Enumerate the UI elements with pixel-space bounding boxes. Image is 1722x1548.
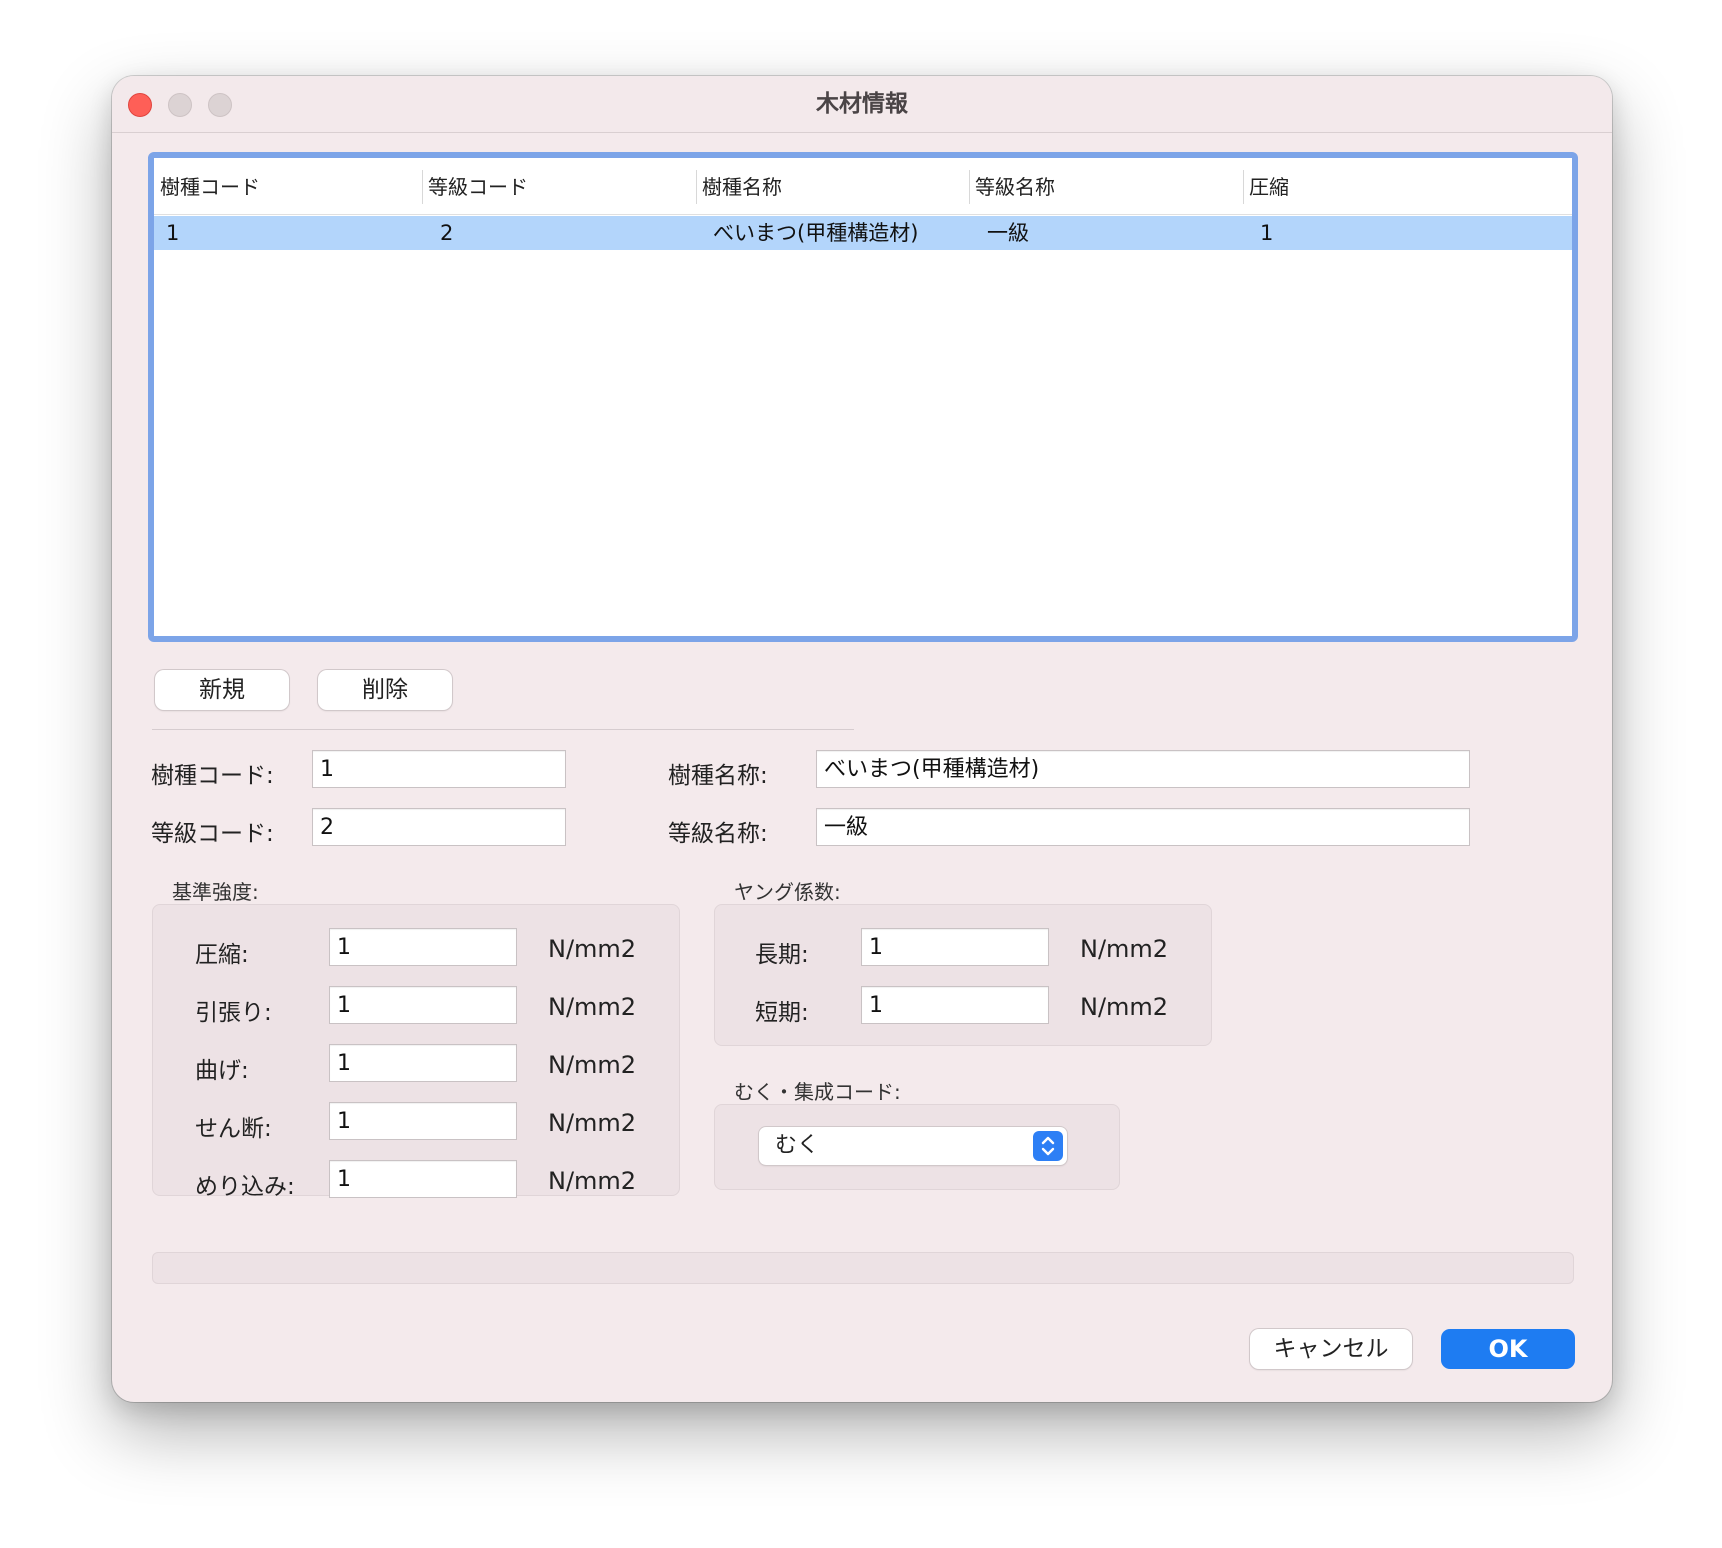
shear-label: せん断:	[195, 1116, 272, 1142]
column-header-compression[interactable]: 圧縮	[1243, 158, 1543, 214]
tension-field[interactable]: 1	[329, 986, 517, 1024]
bending-unit: N/mm2	[548, 1051, 637, 1079]
compression-unit: N/mm2	[548, 935, 637, 963]
solid-glulam-group-label: むく・集成コード:	[734, 1080, 901, 1104]
table-header: 樹種コード 等級コード 樹種名称 等級名称 圧縮	[154, 158, 1572, 215]
separator	[152, 729, 854, 730]
young-modulus-group-label: ヤング係数:	[734, 880, 841, 904]
shear-field[interactable]: 1	[329, 1102, 517, 1140]
column-header-species-code[interactable]: 樹種コード	[154, 158, 422, 214]
strength-group: 圧縮: 1 N/mm2 引張り: 1 N/mm2 曲げ: 1 N/mm2 せん断…	[152, 904, 680, 1200]
new-button[interactable]: 新規	[155, 670, 289, 710]
cell-grade-name: 一級	[987, 221, 1029, 245]
grade-code-field[interactable]: 2	[312, 808, 566, 846]
shear-unit: N/mm2	[548, 1109, 637, 1137]
strength-group-label: 基準強度:	[172, 880, 259, 904]
short-term-unit: N/mm2	[1080, 993, 1169, 1021]
column-header-species-name[interactable]: 樹種名称	[696, 158, 969, 214]
embedment-label: めり込み:	[195, 1174, 295, 1200]
short-term-label: 短期:	[755, 1000, 809, 1026]
tension-label: 引張り:	[195, 1000, 272, 1026]
young-modulus-group: 長期: 1 N/mm2 短期: 1 N/mm2	[714, 904, 1212, 1046]
short-term-field[interactable]: 1	[861, 986, 1049, 1024]
embedment-unit: N/mm2	[548, 1167, 637, 1195]
compression-field[interactable]: 1	[329, 928, 517, 966]
grade-code-label: 等級コード:	[151, 821, 274, 847]
grade-name-label: 等級名称:	[668, 821, 768, 847]
delete-button[interactable]: 削除	[318, 670, 452, 710]
species-code-field[interactable]: 1	[312, 750, 566, 788]
grade-name-field[interactable]: 一級	[816, 808, 1470, 846]
cell-grade-code: 2	[440, 221, 454, 245]
column-header-grade-name[interactable]: 等級名称	[969, 158, 1243, 214]
long-term-unit: N/mm2	[1080, 935, 1169, 963]
window-title: 木材情報	[816, 91, 908, 117]
solid-glulam-selected-value: むく	[775, 1133, 820, 1158]
bending-field[interactable]: 1	[329, 1044, 517, 1082]
wood-table[interactable]: 樹種コード 等級コード 樹種名称 等級名称 圧縮 1 2 べいまつ(甲種構造材)…	[148, 152, 1578, 642]
species-name-label: 樹種名称:	[668, 763, 768, 789]
cell-species-code: 1	[166, 221, 180, 245]
cell-compression: 1	[1260, 221, 1274, 245]
species-name-field[interactable]: べいまつ(甲種構造材)	[816, 750, 1470, 788]
cancel-button[interactable]: キャンセル	[1250, 1329, 1412, 1369]
long-term-field[interactable]: 1	[861, 928, 1049, 966]
status-bar	[152, 1252, 1574, 1284]
wood-info-dialog: 木材情報 樹種コード 等級コード 樹種名称 等級名称 圧縮 1 2 べいまつ(甲…	[112, 76, 1612, 1402]
table-row[interactable]: 1 2 べいまつ(甲種構造材) 一級 1	[154, 216, 1572, 250]
ok-button[interactable]: OK	[1441, 1329, 1575, 1369]
solid-glulam-group: むく	[714, 1104, 1120, 1190]
column-header-grade-code[interactable]: 等級コード	[422, 158, 696, 214]
species-code-label: 樹種コード:	[151, 763, 274, 789]
tension-unit: N/mm2	[548, 993, 637, 1021]
bending-label: 曲げ:	[195, 1058, 249, 1084]
long-term-label: 長期:	[755, 942, 809, 968]
title-bar: 木材情報	[112, 76, 1612, 133]
embedment-field[interactable]: 1	[329, 1160, 517, 1198]
chevron-up-down-icon[interactable]	[1033, 1131, 1063, 1161]
compression-label: 圧縮:	[195, 942, 249, 968]
cell-species-name: べいまつ(甲種構造材)	[713, 221, 919, 245]
solid-glulam-select[interactable]: むく	[759, 1127, 1067, 1165]
